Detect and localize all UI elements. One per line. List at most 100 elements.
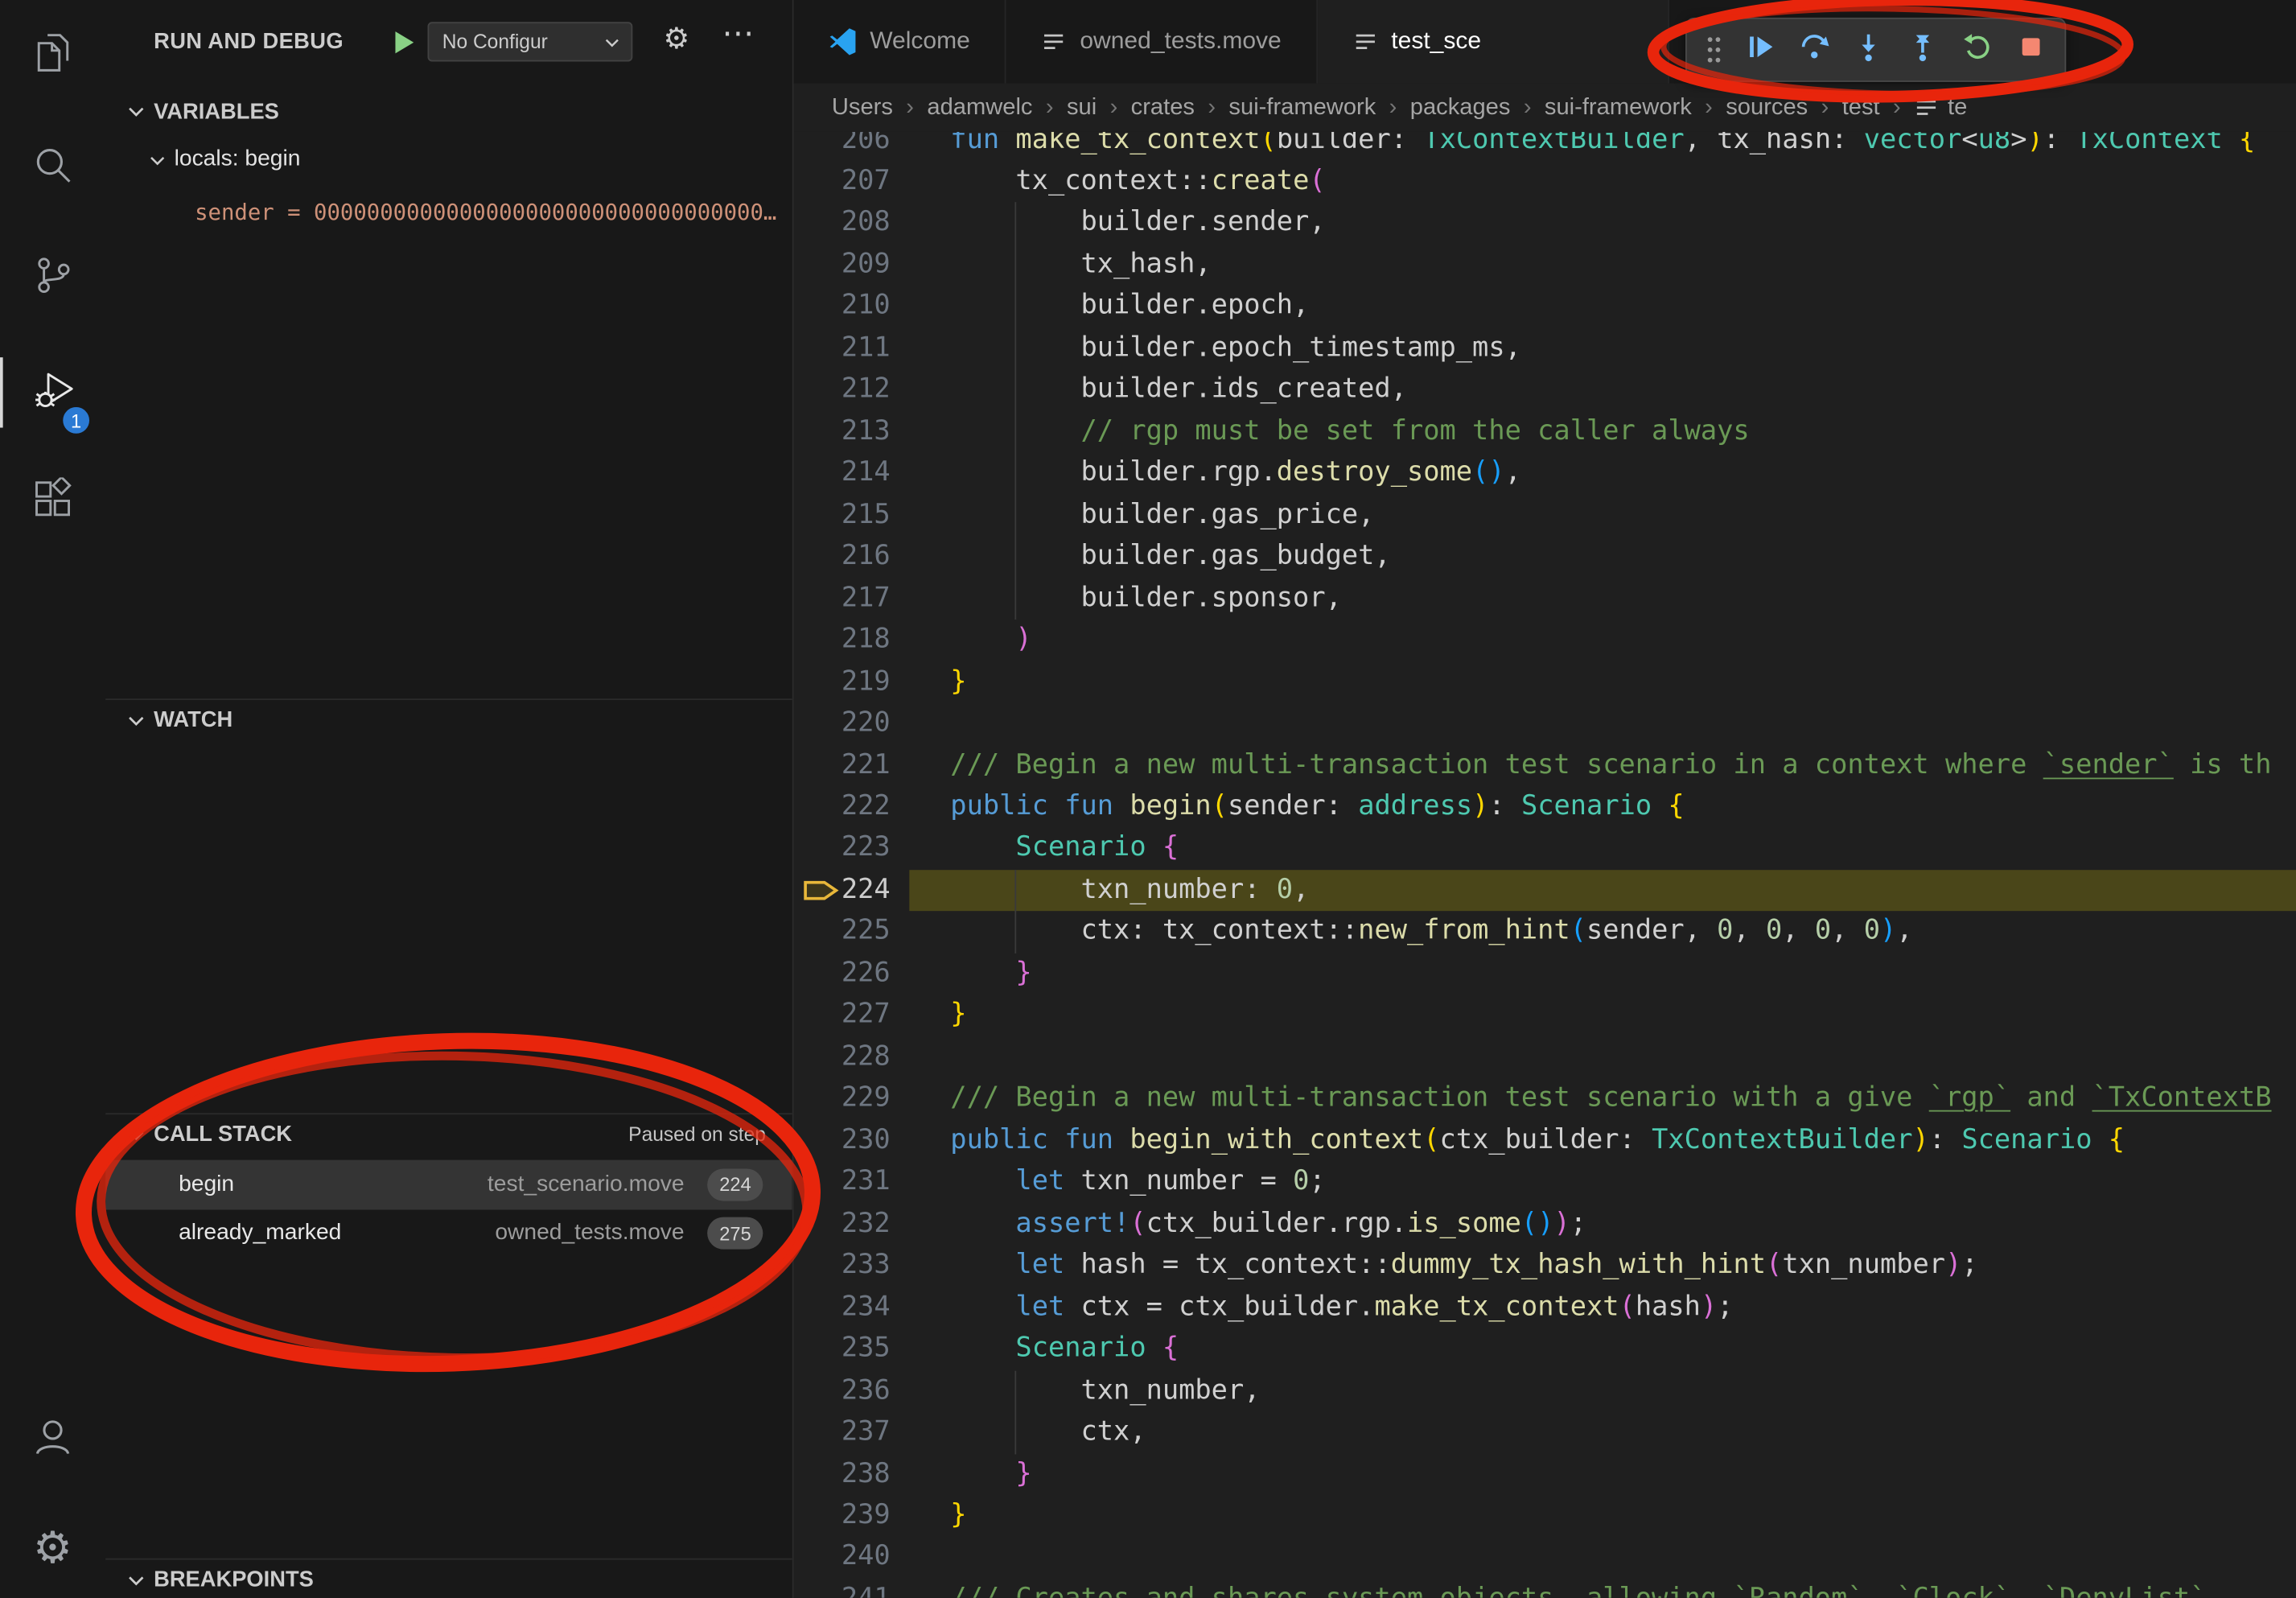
breadcrumb-item[interactable]: sui xyxy=(1067,94,1097,121)
code-text[interactable]: Scenario { xyxy=(950,1328,1179,1370)
code-text[interactable]: builder.rgp.destroy_some(), xyxy=(950,453,1521,495)
line-number[interactable]: 211 xyxy=(794,327,891,369)
code-editor[interactable]: 206 fun make_tx_context(builder: TxContex… xyxy=(794,132,2296,1598)
code-text[interactable]: assert!(ctx_builder.rgp.is_some()); xyxy=(950,1204,1586,1246)
code-text[interactable]: builder.sender, xyxy=(950,203,1325,245)
line-number[interactable]: 227 xyxy=(794,995,891,1037)
code-text[interactable]: } xyxy=(950,995,966,1037)
code-text[interactable]: /// Begin a new multi-transaction test s… xyxy=(950,745,2271,787)
activity-item-run-and-debug[interactable]: 1 xyxy=(0,357,109,427)
code-text[interactable]: /// Begin a new multi-transaction test s… xyxy=(950,1078,2271,1120)
line-number[interactable]: 216 xyxy=(794,537,891,579)
tab-welcome[interactable]: Welcome xyxy=(794,0,1007,84)
line-number[interactable]: 206 xyxy=(794,132,891,161)
section-breakpoints[interactable]: BREAKPOINTS xyxy=(105,1559,792,1598)
line-number[interactable]: 208 xyxy=(794,203,891,245)
code-text[interactable]: Scenario { xyxy=(950,828,1179,870)
breadcrumb-item[interactable]: packages xyxy=(1410,94,1511,121)
line-number[interactable]: 228 xyxy=(794,1036,891,1078)
call-stack-frame[interactable]: already_markedowned_tests.move275 xyxy=(105,1209,792,1258)
line-number[interactable]: 209 xyxy=(794,245,891,286)
line-number[interactable]: 226 xyxy=(794,953,891,995)
line-number[interactable]: 217 xyxy=(794,578,891,620)
line-number[interactable]: 240 xyxy=(794,1537,891,1579)
code-text[interactable]: fun make_tx_context(builder: TxContextBu… xyxy=(950,132,2255,161)
variable-row-sender[interactable]: sender = 0000000000000000000000000000000… xyxy=(105,192,792,233)
line-number[interactable]: 223 xyxy=(794,828,891,870)
line-number[interactable]: 229 xyxy=(794,1078,891,1120)
line-number[interactable]: 207 xyxy=(794,161,891,203)
code-text[interactable]: builder.gas_price, xyxy=(950,495,1374,537)
line-number[interactable]: 224 xyxy=(794,870,891,912)
code-text[interactable]: public fun begin_with_context(ctx_builde… xyxy=(950,1120,2125,1162)
code-text[interactable]: let ctx = ctx_builder.make_tx_context(ha… xyxy=(950,1287,1733,1328)
activity-item-extensions[interactable] xyxy=(0,467,105,537)
line-number[interactable]: 230 xyxy=(794,1120,891,1162)
more-actions-icon[interactable]: ⋯ xyxy=(722,18,754,50)
line-number[interactable]: 239 xyxy=(794,1495,891,1537)
code-text[interactable]: tx_context::create( xyxy=(950,161,1325,203)
line-number[interactable]: 232 xyxy=(794,1204,891,1246)
code-text[interactable]: txn_number: 0, xyxy=(950,870,1309,912)
code-text[interactable]: txn_number, xyxy=(950,1370,1260,1412)
debug-settings-gear-icon[interactable]: ⚙ xyxy=(664,25,690,54)
code-text[interactable]: } xyxy=(950,1454,1031,1496)
breadcrumb-item[interactable]: crates xyxy=(1131,94,1195,121)
line-number[interactable]: 212 xyxy=(794,369,891,411)
line-number[interactable]: 237 xyxy=(794,1412,891,1454)
breadcrumb-item[interactable]: sui-framework xyxy=(1545,94,1692,121)
breadcrumb-item[interactable]: te xyxy=(1914,94,1967,121)
tab-test_sce[interactable]: test_sce xyxy=(1318,0,1669,84)
line-number[interactable]: 222 xyxy=(794,786,891,828)
line-number[interactable]: 235 xyxy=(794,1328,891,1370)
toolbar-drag-handle[interactable] xyxy=(1694,19,1732,80)
code-text[interactable]: let hash = tx_context::dummy_tx_hash_wit… xyxy=(950,1246,1977,1287)
activity-item-explorer[interactable] xyxy=(0,20,105,90)
line-number[interactable]: 214 xyxy=(794,453,891,495)
code-text[interactable]: public fun begin(sender: address): Scena… xyxy=(950,786,1684,828)
line-number[interactable]: 233 xyxy=(794,1246,891,1287)
debug-config-dropdown[interactable]: No Configur xyxy=(427,22,632,61)
line-number[interactable]: 236 xyxy=(794,1370,891,1412)
code-text[interactable]: builder.epoch_timestamp_ms, xyxy=(950,327,1521,369)
breadcrumb-item[interactable]: sui-framework xyxy=(1228,94,1376,121)
line-number[interactable]: 220 xyxy=(794,703,891,745)
activity-item-account[interactable] xyxy=(0,1405,105,1475)
code-text[interactable]: } xyxy=(950,661,966,703)
code-text[interactable]: ) xyxy=(950,620,1031,661)
line-number[interactable]: 231 xyxy=(794,1162,891,1204)
stop-button[interactable] xyxy=(2003,19,2057,80)
section-call-stack[interactable]: CALL STACK Paused on step xyxy=(105,1113,792,1154)
code-text[interactable]: let txn_number = 0; xyxy=(950,1162,1325,1204)
code-text[interactable]: ctx, xyxy=(950,1412,1146,1454)
code-text[interactable]: builder.sponsor, xyxy=(950,578,1342,620)
code-text[interactable]: } xyxy=(950,1495,966,1537)
line-number[interactable]: 215 xyxy=(794,495,891,537)
section-variables[interactable]: VARIABLES xyxy=(105,91,792,132)
breadcrumb-item[interactable]: sources xyxy=(1726,94,1808,121)
line-number[interactable]: 234 xyxy=(794,1287,891,1328)
breadcrumb-item[interactable]: test xyxy=(1842,94,1880,121)
code-text[interactable]: ctx: tx_context::new_from_hint(sender, 0… xyxy=(950,912,1912,953)
step-into-button[interactable] xyxy=(1841,19,1895,80)
breadcrumb-item[interactable]: Users xyxy=(832,94,893,121)
line-number[interactable]: 210 xyxy=(794,286,891,328)
line-number[interactable]: 221 xyxy=(794,745,891,787)
variables-scope-locals[interactable]: locals: begin xyxy=(105,139,792,180)
code-text[interactable]: builder.ids_created, xyxy=(950,369,1407,411)
code-text[interactable]: builder.epoch, xyxy=(950,286,1309,328)
start-debug-button[interactable] xyxy=(388,28,417,65)
code-text[interactable]: // rgp must be set from the caller alway… xyxy=(950,411,1749,453)
line-number[interactable]: 218 xyxy=(794,620,891,661)
tab-owned_tests-move[interactable]: owned_tests.move xyxy=(1006,0,1318,84)
line-number[interactable]: 225 xyxy=(794,912,891,953)
line-number[interactable]: 213 xyxy=(794,411,891,453)
code-text[interactable]: tx_hash, xyxy=(950,245,1211,286)
code-text[interactable]: /// Creates and shares system objects, a… xyxy=(950,1579,2206,1598)
step-out-button[interactable] xyxy=(1895,19,1948,80)
activity-item-settings[interactable]: ⚙ xyxy=(0,1514,105,1584)
code-text[interactable]: builder.gas_budget, xyxy=(950,537,1390,579)
line-number[interactable]: 241 xyxy=(794,1579,891,1598)
continue-button[interactable] xyxy=(1732,19,1786,80)
code-text[interactable]: } xyxy=(950,953,1031,995)
